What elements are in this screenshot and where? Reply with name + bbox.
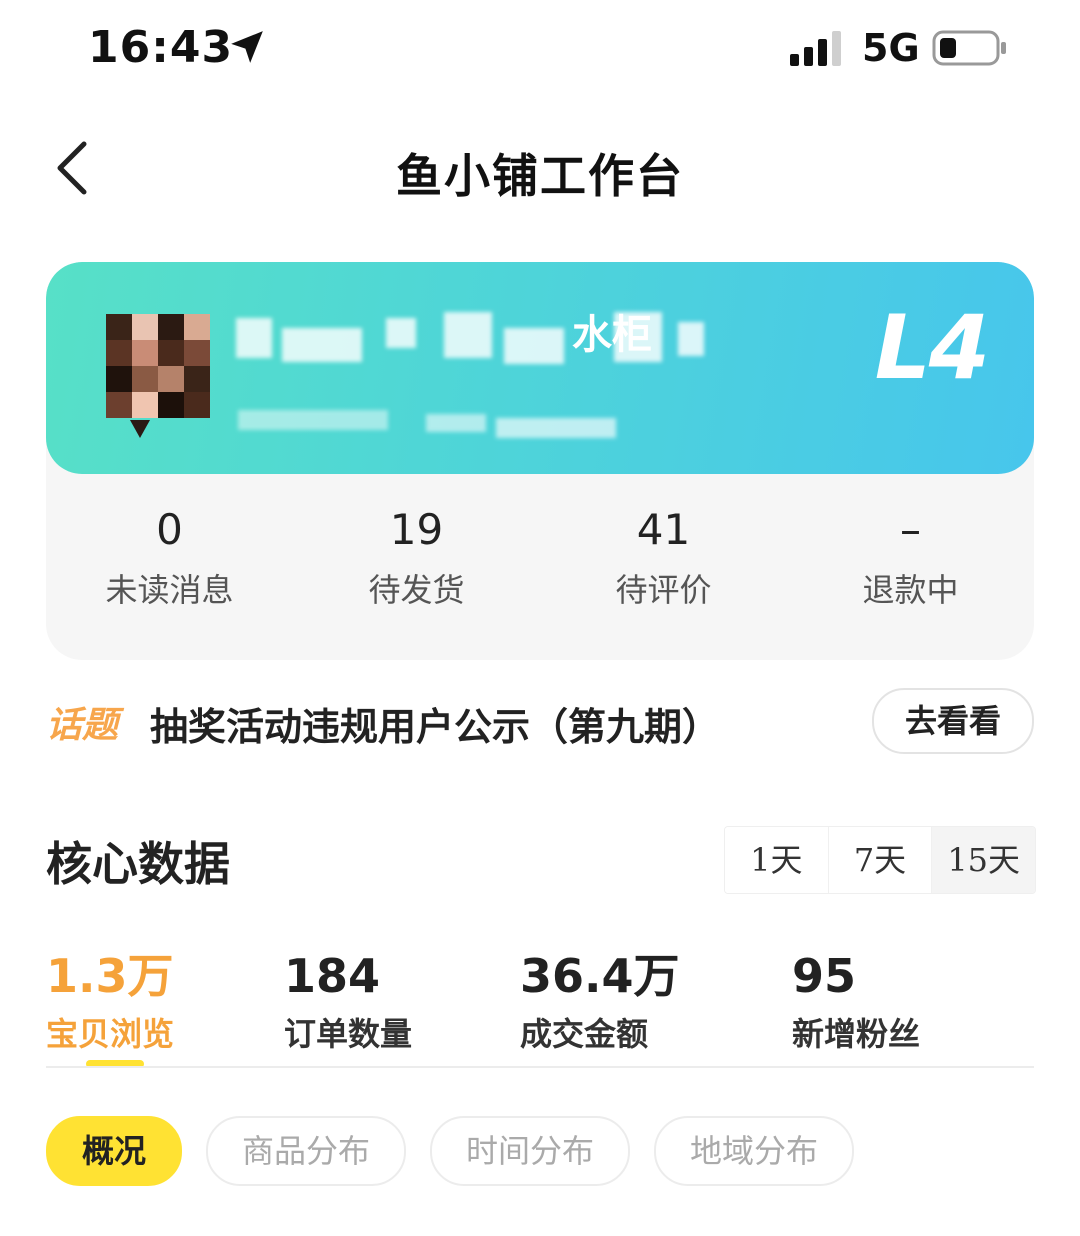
profile-banner[interactable]: 水柜 L4 bbox=[46, 262, 1034, 474]
stat-label: 退款中 bbox=[862, 571, 959, 609]
location-arrow-icon bbox=[231, 31, 263, 63]
metric-label: 宝贝浏览 bbox=[46, 1015, 175, 1053]
avatar[interactable] bbox=[106, 314, 210, 418]
obscured-name-block bbox=[678, 322, 704, 356]
page-title: 鱼小铺工作台 bbox=[396, 149, 684, 203]
shop-profile-card: 水柜 L4 0 未读消息 19 待发货 41 待评价 – 退款中 bbox=[46, 262, 1034, 660]
metric-item-views[interactable]: 1.3万 宝贝浏览 bbox=[46, 946, 174, 1058]
stat-pending-review[interactable]: 41 待评价 bbox=[540, 502, 787, 612]
status-bar: 16:43 5G bbox=[0, 0, 1080, 95]
time-range-selector: 1天 7天 15天 bbox=[724, 826, 1036, 894]
tab-overview[interactable]: 概况 bbox=[46, 1116, 182, 1186]
obscured-subtitle-block bbox=[496, 418, 616, 438]
view-topic-button[interactable]: 去看看 bbox=[872, 688, 1034, 754]
obscured-name-block bbox=[236, 318, 272, 358]
metric-new-followers[interactable]: 95 新增粉丝 bbox=[792, 946, 920, 1058]
obscured-name-block bbox=[444, 312, 492, 358]
obscured-name-block bbox=[282, 328, 362, 362]
network-type: 5G bbox=[862, 26, 920, 70]
topic-tag: 话题 bbox=[46, 705, 119, 746]
metric-label: 新增粉丝 bbox=[792, 1015, 921, 1053]
stat-pending-shipment[interactable]: 19 待发货 bbox=[293, 502, 540, 612]
metric-transaction-amount[interactable]: 36.4万 成交金额 bbox=[520, 946, 680, 1058]
core-metrics: 1.3万 宝贝浏览 184 订单数量 36.4万 成交金额 95 新增粉丝 bbox=[46, 946, 1034, 1068]
level-badge: L4 bbox=[874, 296, 990, 399]
range-option-15-days[interactable]: 15天 bbox=[931, 827, 1035, 893]
topic-banner: 话题 抽奖活动违规用户公示（第九期） 去看看 bbox=[46, 688, 1034, 754]
stat-value: 0 bbox=[156, 505, 183, 554]
metric-order-count[interactable]: 184 订单数量 bbox=[284, 946, 412, 1058]
core-data-title: 核心数据 bbox=[46, 837, 230, 891]
stat-unread-messages[interactable]: 0 未读消息 bbox=[46, 502, 293, 612]
tab-time-distribution[interactable]: 时间分布 bbox=[430, 1116, 630, 1186]
obscured-subtitle-block bbox=[238, 410, 388, 430]
signal-icon bbox=[790, 31, 841, 66]
order-stats: 0 未读消息 19 待发货 41 待评价 – 退款中 bbox=[46, 502, 1034, 612]
range-option-7-days[interactable]: 7天 bbox=[827, 827, 932, 893]
metric-value: 36.4万 bbox=[520, 949, 680, 1003]
topic-text[interactable]: 抽奖活动违规用户公示（第九期） bbox=[150, 696, 720, 751]
stat-label: 待发货 bbox=[368, 571, 465, 609]
stat-label: 未读消息 bbox=[105, 571, 234, 609]
tab-region-distribution[interactable]: 地域分布 bbox=[654, 1116, 854, 1186]
stat-value: 19 bbox=[389, 505, 444, 554]
obscured-subtitle-block bbox=[426, 414, 486, 432]
metric-value: 95 bbox=[792, 949, 857, 1003]
stat-label: 待评价 bbox=[615, 571, 712, 609]
stat-value: 41 bbox=[636, 505, 691, 554]
metric-label: 成交金额 bbox=[520, 1015, 649, 1053]
avatar-tail bbox=[130, 420, 150, 438]
tab-product-distribution[interactable]: 商品分布 bbox=[206, 1116, 406, 1186]
metric-value: 1.3万 bbox=[46, 949, 174, 1003]
stat-value: – bbox=[900, 505, 921, 554]
stat-refunding[interactable]: – 退款中 bbox=[787, 502, 1034, 612]
divider bbox=[46, 1066, 1034, 1068]
obscured-name-block bbox=[614, 312, 662, 362]
obscured-name-block bbox=[504, 328, 564, 364]
range-option-1-day[interactable]: 1天 bbox=[725, 827, 828, 893]
status-time: 16:43 bbox=[88, 22, 234, 73]
analysis-tabs: 概况 商品分布 时间分布 地域分布 bbox=[46, 1116, 1034, 1186]
battery-icon bbox=[932, 30, 1006, 66]
obscured-name-block bbox=[386, 318, 416, 348]
metric-label: 订单数量 bbox=[284, 1015, 413, 1053]
metric-value: 184 bbox=[284, 949, 381, 1003]
